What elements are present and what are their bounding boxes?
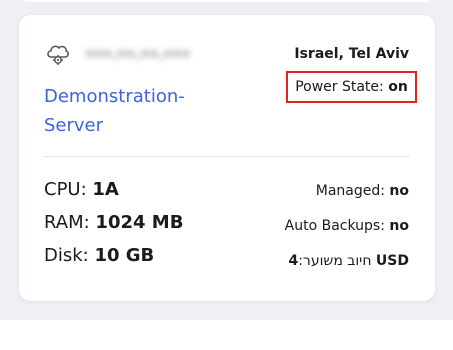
estimated-billing: 4חיוב משוער: USD: [288, 253, 409, 269]
cpu-value: 1A: [92, 179, 119, 200]
auto-backups-status: Auto Backups: no: [285, 218, 409, 234]
power-state: Power State: on: [286, 71, 417, 103]
cpu-label: CPU:: [44, 179, 87, 200]
power-state-label: Power State:: [295, 79, 384, 95]
cloud-gear-icon: [44, 42, 70, 68]
disk-spec: Disk: 10 GB: [44, 245, 154, 266]
auto-backups-value: no: [389, 218, 409, 234]
server-location: Israel, Tel Aviv: [294, 46, 409, 62]
billing-label: חיוב משוער:: [298, 253, 372, 269]
managed-status: Managed: no: [316, 183, 409, 199]
card-divider: [44, 156, 410, 157]
managed-label: Managed:: [315, 183, 385, 199]
billing-value: 4: [288, 253, 299, 269]
previous-server-card: [19, 0, 435, 2]
ram-spec: RAM: 1024 MB: [44, 212, 183, 233]
next-server-card: [0, 320, 453, 350]
power-state-value: on: [388, 79, 408, 95]
server-name-link[interactable]: Demonstration-Server: [44, 82, 214, 140]
managed-value: no: [389, 183, 409, 199]
disk-value: 10 GB: [94, 245, 155, 266]
server-card[interactable]: •••.••.••.••• Demonstration-Server Israe…: [19, 15, 435, 301]
disk-label: Disk:: [44, 245, 89, 266]
ram-label: RAM:: [44, 212, 90, 233]
ram-value: 1024 MB: [95, 212, 184, 233]
server-ip-address: •••.••.••.•••: [85, 47, 191, 63]
cpu-spec: CPU: 1A: [44, 179, 119, 200]
auto-backups-label: Auto Backups:: [284, 218, 385, 234]
billing-currency: USD: [375, 253, 409, 269]
